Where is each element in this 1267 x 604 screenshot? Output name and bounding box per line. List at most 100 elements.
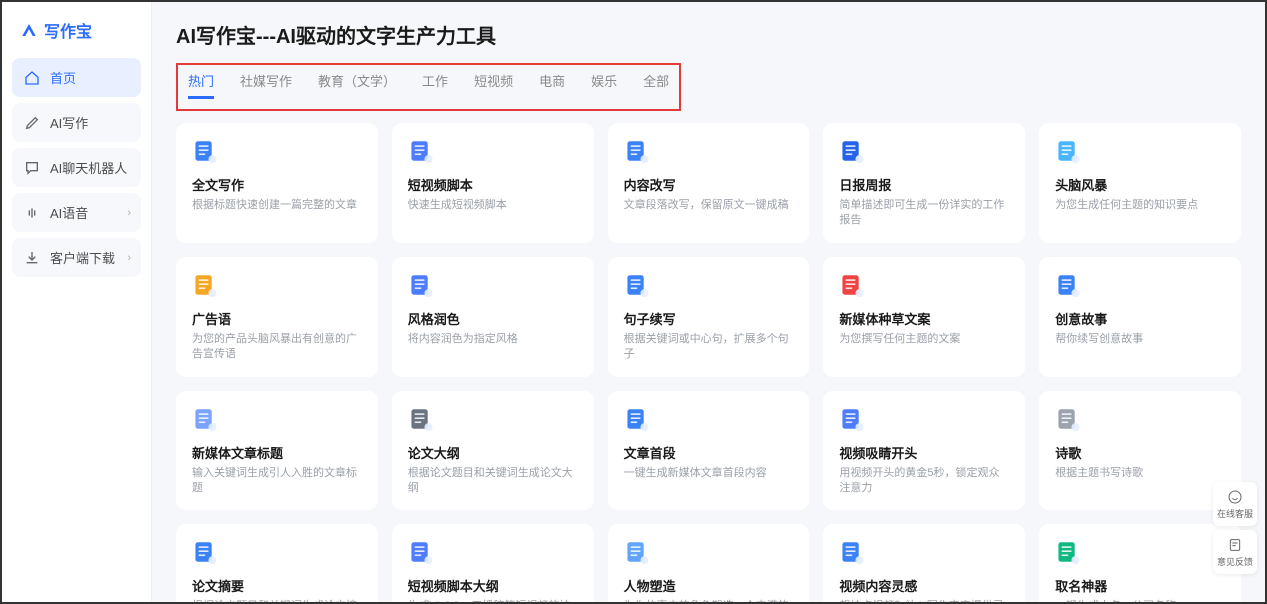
card-desc: 帮你续写创意故事 <box>1055 332 1225 347</box>
nav-label: AI语音 <box>50 203 88 222</box>
card-desc: 想拍点视频？让AI写作宝来提供灵感 <box>839 599 1009 602</box>
tab-short-video[interactable]: 短视频 <box>474 71 513 99</box>
sidebar-item-ai-chat[interactable]: AI聊天机器人 <box>12 148 141 187</box>
card-icon <box>1055 538 1085 566</box>
card-desc: 根据论文题目和关键词生成论文摘要 <box>192 599 362 602</box>
tool-card[interactable]: 短视频脚本大纲生成VLOG、口播稿等短视频的拍摄大纲 <box>392 524 594 602</box>
card-title: 创意故事 <box>1055 309 1225 328</box>
card-icon <box>624 271 654 299</box>
card-title: 诗歌 <box>1055 443 1225 462</box>
card-desc: 根据论文题目和关键词生成论文大纲 <box>408 466 578 497</box>
nav-label: AI写作 <box>50 113 88 132</box>
card-icon <box>839 271 869 299</box>
tab-work[interactable]: 工作 <box>422 71 448 99</box>
card-icon <box>839 137 869 165</box>
card-icon <box>408 137 438 165</box>
tool-card[interactable]: 新媒体文章标题输入关键词生成引人入胜的文章标题 <box>176 391 378 511</box>
card-desc: 简单描述即可生成一份详实的工作报告 <box>839 198 1009 229</box>
nav-label: 客户端下载 <box>50 248 115 267</box>
card-title: 视频吸睛开头 <box>839 443 1009 462</box>
logo-icon <box>20 21 38 39</box>
tool-card[interactable]: 创意故事帮你续写创意故事 <box>1039 257 1241 377</box>
card-title: 句子续写 <box>624 309 794 328</box>
card-icon <box>624 538 654 566</box>
chevron-right-icon: › <box>127 207 131 219</box>
card-desc: 为你故事中的角色塑造一个丰满的人物形象 <box>624 599 794 602</box>
card-icon <box>839 405 869 433</box>
card-desc: 文章段落改写，保留原文一键成稿 <box>624 198 794 213</box>
card-icon <box>1055 405 1085 433</box>
tab-hot[interactable]: 热门 <box>188 71 214 99</box>
card-title: 日报周报 <box>839 175 1009 194</box>
card-desc: 输入关键词生成引人入胜的文章标题 <box>192 466 362 497</box>
download-icon <box>24 250 40 266</box>
tab-education[interactable]: 教育（文学） <box>318 71 396 99</box>
card-icon <box>1055 137 1085 165</box>
category-tabs: 热门 社媒写作 教育（文学） 工作 短视频 电商 娱乐 全部 <box>188 71 669 99</box>
tool-card[interactable]: 短视频脚本快速生成短视频脚本 <box>392 123 594 243</box>
float-tools: 在线客服 意见反馈 <box>1213 482 1257 574</box>
brand-text: 写作宝 <box>44 18 92 42</box>
tab-all[interactable]: 全部 <box>643 71 669 99</box>
sidebar: 写作宝 首页 AI写作 AI聊天机器人 AI语音 › <box>2 2 152 602</box>
sidebar-item-ai-voice[interactable]: AI语音 › <box>12 193 141 232</box>
tool-card[interactable]: 视频吸睛开头用视频开头的黄金5秒，锁定观众注意力 <box>823 391 1025 511</box>
tool-card[interactable]: 句子续写根据关键词或中心句，扩展多个句子 <box>608 257 810 377</box>
card-desc: 一键生成人名、公司名称 <box>1055 599 1225 602</box>
online-service-button[interactable]: 在线客服 <box>1213 482 1257 526</box>
card-desc: 为您生成任何主题的知识要点 <box>1055 198 1225 213</box>
card-title: 新媒体文章标题 <box>192 443 362 462</box>
tab-social[interactable]: 社媒写作 <box>240 71 292 99</box>
sidebar-item-home[interactable]: 首页 <box>12 58 141 97</box>
tool-card[interactable]: 日报周报简单描述即可生成一份详实的工作报告 <box>823 123 1025 243</box>
tool-card[interactable]: 论文摘要根据论文题目和关键词生成论文摘要 <box>176 524 378 602</box>
card-icon <box>192 271 222 299</box>
tool-card[interactable]: 取名神器一键生成人名、公司名称 <box>1039 524 1241 602</box>
card-desc: 用视频开头的黄金5秒，锁定观众注意力 <box>839 466 1009 497</box>
tab-ecommerce[interactable]: 电商 <box>539 71 565 99</box>
main-content: AI写作宝---AI驱动的文字生产力工具 热门 社媒写作 教育（文学） 工作 短… <box>152 2 1265 602</box>
tool-card[interactable]: 全文写作根据标题快速创建一篇完整的文章 <box>176 123 378 243</box>
card-desc: 根据关键词或中心句，扩展多个句子 <box>624 332 794 363</box>
card-icon <box>192 538 222 566</box>
tool-card[interactable]: 新媒体种草文案为您撰写任何主题的文案 <box>823 257 1025 377</box>
page-title: AI写作宝---AI驱动的文字生产力工具 <box>176 20 1241 49</box>
tool-card[interactable]: 广告语为您的产品头脑风暴出有创意的广告宣传语 <box>176 257 378 377</box>
tabs-highlight-box: 热门 社媒写作 教育（文学） 工作 短视频 电商 娱乐 全部 <box>176 63 681 111</box>
card-title: 论文摘要 <box>192 576 362 595</box>
tool-card[interactable]: 诗歌根据主题书写诗歌 <box>1039 391 1241 511</box>
card-desc: 为您的产品头脑风暴出有创意的广告宣传语 <box>192 332 362 363</box>
tool-card[interactable]: 论文大纲根据论文题目和关键词生成论文大纲 <box>392 391 594 511</box>
tab-entertainment[interactable]: 娱乐 <box>591 71 617 99</box>
tool-card[interactable]: 风格润色将内容润色为指定风格 <box>392 257 594 377</box>
card-icon <box>1055 271 1085 299</box>
card-icon <box>408 405 438 433</box>
feedback-button[interactable]: 意见反馈 <box>1213 530 1257 574</box>
tool-card[interactable]: 头脑风暴为您生成任何主题的知识要点 <box>1039 123 1241 243</box>
tool-card[interactable]: 视频内容灵感想拍点视频？让AI写作宝来提供灵感 <box>823 524 1025 602</box>
card-icon <box>624 405 654 433</box>
tool-card[interactable]: 文章首段一键生成新媒体文章首段内容 <box>608 391 810 511</box>
home-icon <box>24 70 40 86</box>
tool-card[interactable]: 人物塑造为你故事中的角色塑造一个丰满的人物形象 <box>608 524 810 602</box>
card-title: 短视频脚本 <box>408 175 578 194</box>
float-label: 意见反馈 <box>1217 555 1253 568</box>
card-icon <box>408 538 438 566</box>
chat-icon <box>24 160 40 176</box>
sidebar-item-ai-writing[interactable]: AI写作 <box>12 103 141 142</box>
card-icon <box>408 271 438 299</box>
card-title: 内容改写 <box>624 175 794 194</box>
pen-icon <box>24 115 40 131</box>
card-desc: 快速生成短视频脚本 <box>408 198 578 213</box>
audio-icon <box>24 205 40 221</box>
card-icon <box>192 405 222 433</box>
card-title: 取名神器 <box>1055 576 1225 595</box>
card-desc: 根据主题书写诗歌 <box>1055 466 1225 481</box>
tool-card[interactable]: 内容改写文章段落改写，保留原文一键成稿 <box>608 123 810 243</box>
card-desc: 为您撰写任何主题的文案 <box>839 332 1009 347</box>
logo[interactable]: 写作宝 <box>12 14 141 58</box>
card-title: 论文大纲 <box>408 443 578 462</box>
sidebar-item-download[interactable]: 客户端下载 › <box>12 238 141 277</box>
card-desc: 生成VLOG、口播稿等短视频的拍摄大纲 <box>408 599 578 602</box>
nav-label: 首页 <box>50 68 76 87</box>
